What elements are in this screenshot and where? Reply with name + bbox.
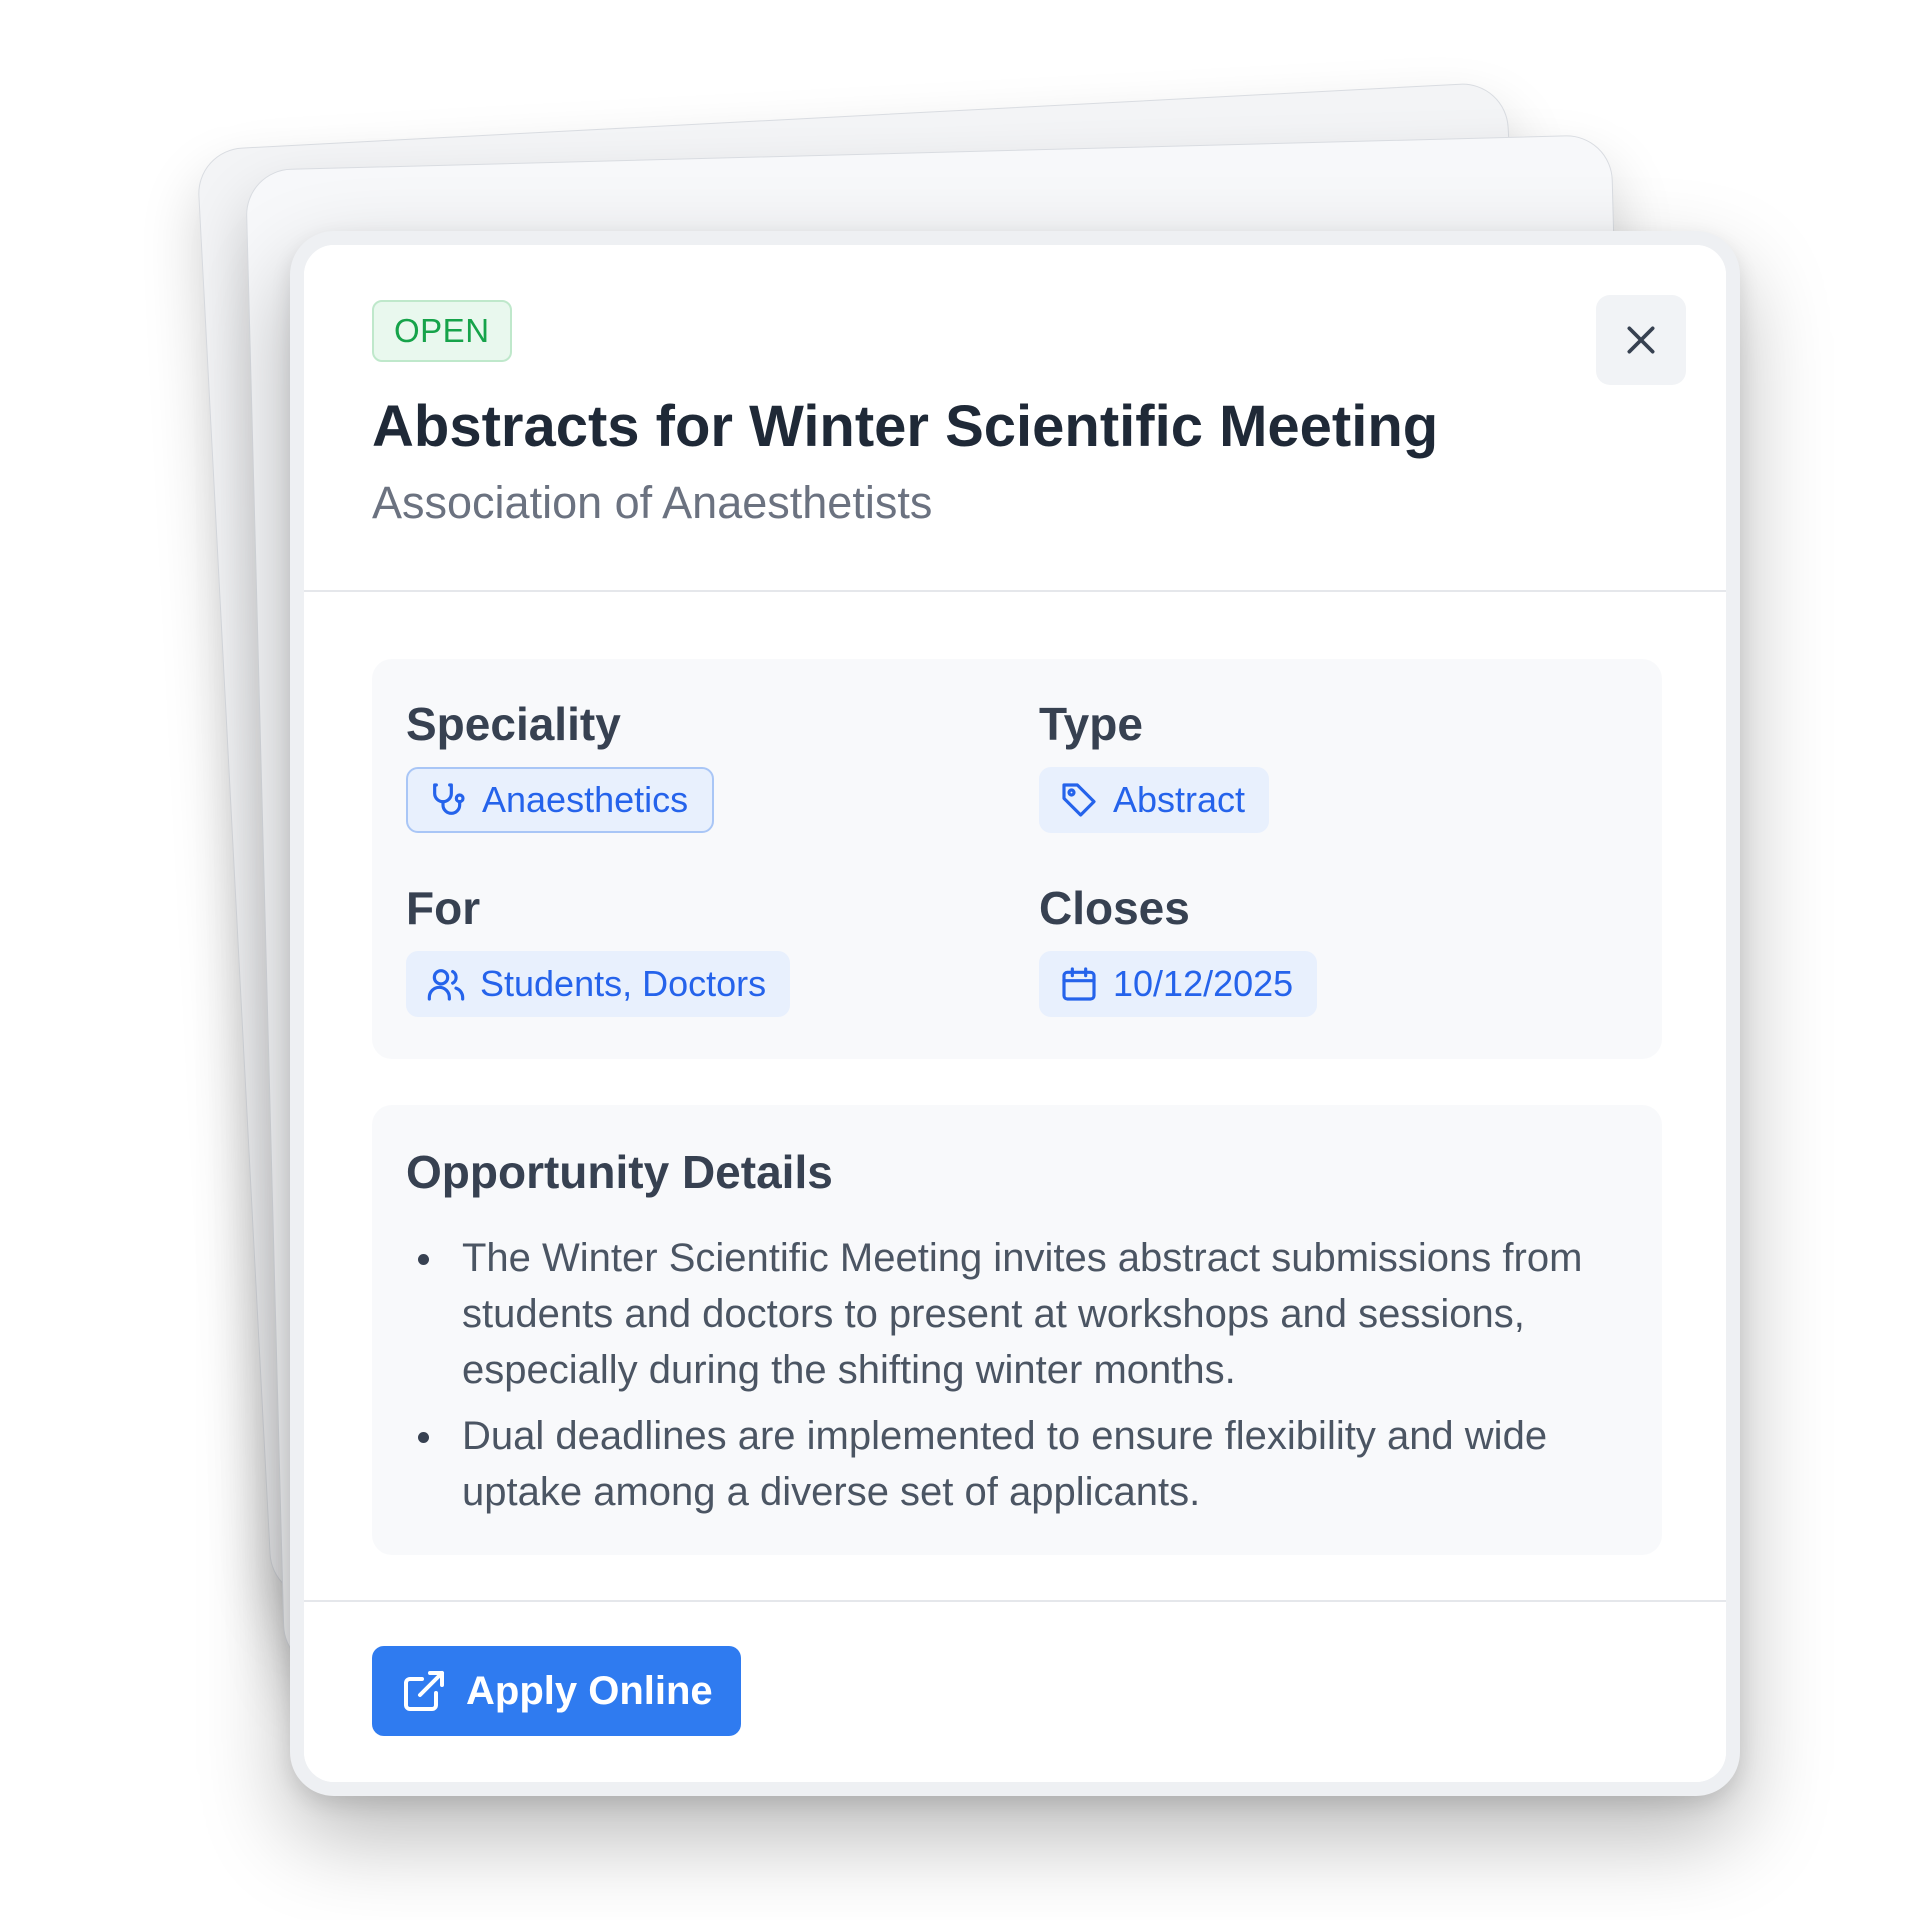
users-icon <box>427 969 465 1001</box>
for-label: For <box>406 882 481 934</box>
closes-value: 10/12/2025 <box>1113 963 1294 1004</box>
apply-online-button[interactable]: Apply Online <box>372 1646 741 1736</box>
for-value: Students, Doctors <box>480 963 767 1004</box>
apply-online-label: Apply Online <box>466 1668 713 1713</box>
stage: OPEN Abstracts for Winter Scientific Mee… <box>0 0 1920 1920</box>
opportunity-modal: OPEN Abstracts for Winter Scientific Mee… <box>290 231 1740 1796</box>
closes-label: Closes <box>1039 882 1190 934</box>
type-field: Type Abstract <box>1039 697 1270 833</box>
closes-field: Closes 10/12/2025 <box>1039 881 1318 1017</box>
list-item: Dual deadlines are implemented to ensure… <box>406 1408 1631 1520</box>
meta-panel: Speciality Anaesthetics Type Abstract Fo… <box>372 659 1662 1059</box>
modal-footer: Apply Online <box>304 1600 1726 1782</box>
page-title: Abstracts for Winter Scientific Meeting <box>372 394 1439 459</box>
for-field: For Students, Doctors <box>406 881 791 1017</box>
details-list: The Winter Scientific Meeting invites ab… <box>406 1230 1631 1530</box>
calendar-icon <box>1062 967 1096 1001</box>
type-chip: Abstract <box>1039 767 1270 833</box>
speciality-value: Anaesthetics <box>482 779 689 820</box>
speciality-chip: Anaesthetics <box>406 767 715 833</box>
speciality-field: Speciality Anaesthetics <box>406 697 715 833</box>
tag-icon <box>1062 783 1096 817</box>
organization-name: Association of Anaesthetists <box>372 477 933 528</box>
for-chip: Students, Doctors <box>406 951 791 1017</box>
close-button[interactable] <box>1596 295 1686 385</box>
type-value: Abstract <box>1113 779 1246 820</box>
stethoscope-icon <box>433 783 465 815</box>
external-link-icon <box>404 1671 444 1711</box>
close-icon <box>1627 326 1655 354</box>
speciality-label: Speciality <box>406 698 621 750</box>
modal-body: OPEN Abstracts for Winter Scientific Mee… <box>304 245 1726 1782</box>
modal-header: OPEN Abstracts for Winter Scientific Mee… <box>304 245 1726 592</box>
closes-chip: 10/12/2025 <box>1039 951 1318 1017</box>
details-title: Opportunity Details <box>406 1146 833 1198</box>
status-badge: OPEN <box>372 300 512 362</box>
list-item: The Winter Scientific Meeting invites ab… <box>406 1230 1631 1398</box>
type-label: Type <box>1039 698 1143 750</box>
details-panel: Opportunity Details The Winter Scientifi… <box>372 1105 1662 1555</box>
